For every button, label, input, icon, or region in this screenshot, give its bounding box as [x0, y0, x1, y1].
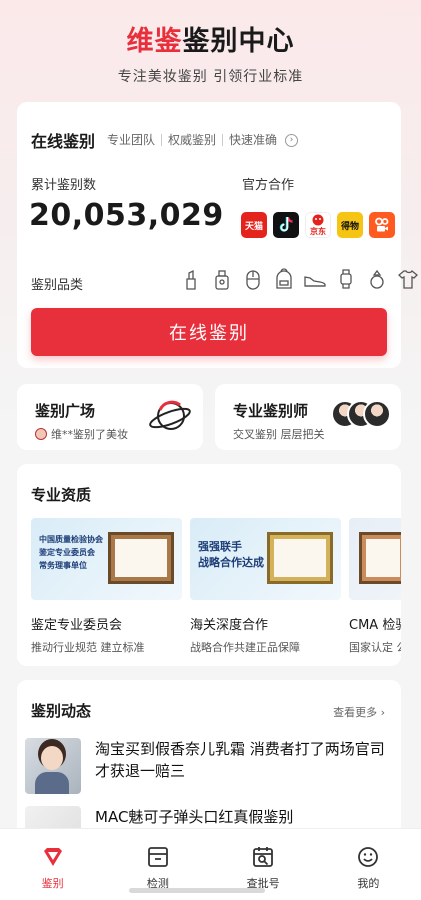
qualification-item[interactable]: 中国质量检验协会 鉴定专业委员会 常务理事单位 鉴定专业委员会 推动行业规范 建…	[31, 518, 182, 655]
tag-fast: 快速准确	[222, 134, 283, 146]
img-line: 中国质量检验协会	[39, 535, 103, 544]
qualification-desc: 推动行业规范 建立标准	[31, 641, 145, 654]
tag-team: 专业团队	[107, 133, 156, 147]
card-title: 在线鉴别	[31, 132, 96, 151]
news-title: 鉴别动态	[31, 702, 92, 720]
expert-title: 专业鉴别师	[233, 402, 309, 420]
category-label: 鉴别品类	[31, 278, 84, 293]
expert-sub: 交叉鉴别 层层把关	[233, 428, 325, 441]
backpack-icon[interactable]	[273, 268, 295, 290]
category-icons	[180, 268, 419, 290]
tag-authority: 权威鉴别	[161, 134, 222, 146]
qualification-title: 专业资质	[31, 486, 92, 504]
jd-logo-icon: 京东	[305, 212, 331, 238]
box-icon	[147, 847, 168, 867]
qualification-name: CMA 检验	[349, 618, 401, 633]
feature-tags[interactable]: 专业团队 权威鉴别 快速准确 ›	[103, 133, 299, 147]
qualification-name: 海关深度合作	[190, 618, 269, 633]
avatar	[35, 428, 47, 440]
count-value: 20,053,029	[29, 198, 224, 233]
perfume-icon[interactable]	[211, 268, 233, 290]
calendar-search-icon	[253, 847, 274, 867]
qualification-carousel[interactable]: 中国质量检验协会 鉴定专业委员会 常务理事单位 鉴定专业委员会 推动行业规范 建…	[31, 518, 401, 655]
ring-icon[interactable]	[366, 268, 388, 290]
watch-icon[interactable]	[335, 268, 357, 290]
brand-name: 维鉴	[126, 26, 183, 57]
qualification-item[interactable]: 强强联手 战略合作达成 海关深度合作 战略合作共建正品保障	[190, 518, 341, 655]
view-more-label: 查看更多	[333, 706, 378, 719]
qualification-card: 专业资质 中国质量检验协会 鉴定专业委员会 常务理事单位 鉴定专业委员会 推动行…	[17, 464, 401, 666]
tshirt-icon[interactable]	[397, 268, 419, 290]
square-sub: 维**鉴别了美妆	[35, 426, 128, 442]
qualification-item[interactable]: CMA 检验 国家认定 公	[349, 518, 401, 655]
qualification-image: 中国质量检验协会 鉴定专业委员会 常务理事单位	[31, 518, 182, 600]
certificate-image	[108, 532, 174, 584]
qualification-image	[349, 518, 401, 600]
home-indicator	[129, 888, 265, 893]
card-header: 在线鉴别 专业团队 权威鉴别 快速准确 ›	[31, 128, 299, 152]
title-rest: 鉴别中心	[182, 26, 295, 57]
partner-label: 官方合作	[242, 178, 295, 193]
sneaker-icon[interactable]	[304, 268, 326, 290]
partner-logos: 天猫 京东 得物	[241, 212, 395, 238]
qualification-name: 鉴定专业委员会	[31, 618, 123, 633]
avatar	[363, 400, 391, 428]
tmall-logo-icon: 天猫	[241, 212, 267, 238]
online-authentication-button[interactable]: 在线鉴别	[31, 308, 387, 356]
news-item[interactable]: 淘宝买到假香奈儿乳霜 消费者打了两场官司才获退一赔三	[25, 738, 395, 794]
img-line: 强强联手	[198, 540, 242, 553]
qualification-desc: 国家认定 公	[349, 641, 401, 654]
gem-icon	[43, 848, 62, 866]
certificate-image	[267, 532, 333, 584]
dewu-logo-icon: 得物	[337, 212, 363, 238]
authentication-square-card[interactable]: 鉴别广场 维**鉴别了美妆	[17, 384, 203, 450]
img-line: 常务理事单位	[39, 561, 87, 570]
qualification-image: 强强联手 战略合作达成	[190, 518, 341, 600]
online-authentication-card: 在线鉴别 专业团队 权威鉴别 快速准确 › 累计鉴别数 20,053,029 官…	[17, 102, 418, 368]
view-more-link[interactable]: 查看更多 ›	[333, 704, 385, 720]
lipstick-icon[interactable]	[180, 268, 202, 290]
count-label: 累计鉴别数	[31, 178, 97, 193]
qualification-desc: 战略合作共建正品保障	[190, 641, 300, 654]
news-thumbnail	[25, 738, 81, 794]
img-line: 战略合作达成	[198, 556, 264, 569]
expert-appraiser-card[interactable]: 专业鉴别师 交叉鉴别 层层把关	[215, 384, 401, 450]
page-subtitle: 专注美妆鉴别 引领行业标准	[117, 69, 304, 85]
douyin-logo-icon	[273, 212, 299, 238]
news-headline: 淘宝买到假香奈儿乳霜 消费者打了两场官司才获退一赔三	[95, 740, 385, 780]
certificate-image	[359, 532, 401, 584]
hero-header: 维鉴鉴别中心 专注美妆鉴别 引领行业标准	[0, 24, 421, 86]
img-line: 鉴定专业委员会	[39, 548, 95, 557]
chevron-right-icon[interactable]: ›	[285, 133, 299, 147]
chevron-right-icon: ›	[380, 706, 385, 719]
smile-icon	[358, 847, 379, 867]
planet-icon	[149, 400, 191, 430]
nav-item-mine[interactable]: 我的	[316, 829, 421, 900]
square-activity-text: 维**鉴别了美妆	[51, 428, 128, 441]
mouse-icon[interactable]	[242, 268, 264, 290]
kuaishou-logo-icon	[369, 212, 395, 238]
square-title: 鉴别广场	[35, 402, 96, 420]
expert-avatars	[331, 400, 391, 428]
page-title: 维鉴鉴别中心	[0, 24, 421, 60]
nav-label: 鉴别	[41, 877, 64, 890]
nav-item-authenticate[interactable]: 鉴别	[0, 829, 105, 900]
nav-label: 我的	[357, 877, 380, 890]
